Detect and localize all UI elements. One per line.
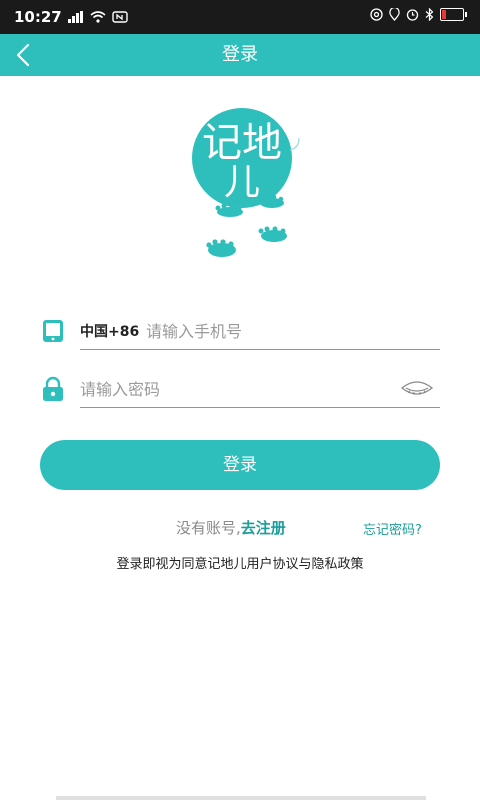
- phone-input[interactable]: [146, 317, 426, 345]
- login-button[interactable]: 登录: [40, 440, 440, 490]
- no-account-text: 没有账号,: [176, 519, 241, 537]
- status-time: 10:27: [14, 8, 62, 26]
- country-code[interactable]: 中国+86: [80, 321, 139, 341]
- location-icon: [389, 8, 400, 21]
- phone-field: 中国+86: [80, 314, 440, 350]
- agreement-text[interactable]: 登录即视为同意记地儿用户协议与隐私政策: [0, 553, 480, 572]
- password-row: [40, 372, 440, 408]
- status-right: [370, 8, 467, 21]
- register-line: 没有账号,去注册: [176, 517, 286, 538]
- lock-icon: [43, 376, 63, 401]
- at-icon: [370, 8, 383, 21]
- nfc-icon: [112, 11, 128, 23]
- forgot-password-link[interactable]: 忘记密码?: [363, 519, 422, 538]
- status-bar: 10:27: [0, 0, 480, 34]
- battery-icon: [440, 8, 467, 21]
- header-bar: 登录: [0, 34, 480, 76]
- status-left: 10:27: [14, 8, 128, 26]
- bluetooth-icon: [425, 8, 434, 21]
- page-title: 登录: [222, 44, 258, 65]
- alarm-icon: [406, 9, 419, 21]
- register-link[interactable]: 去注册: [241, 519, 286, 537]
- phone-icon: [43, 320, 63, 342]
- logo-text-top: 记地: [202, 120, 282, 166]
- bottom-divider: [56, 796, 426, 800]
- app-logo: 记地 儿: [192, 108, 300, 257]
- password-field: [80, 372, 440, 408]
- phone-row: 中国+86: [40, 314, 440, 350]
- password-input[interactable]: [80, 375, 380, 403]
- signal-icon: [67, 11, 83, 23]
- logo-text-bottom: 儿: [224, 162, 260, 203]
- wifi-icon: [90, 11, 106, 23]
- eye-closed-icon[interactable]: [400, 378, 434, 398]
